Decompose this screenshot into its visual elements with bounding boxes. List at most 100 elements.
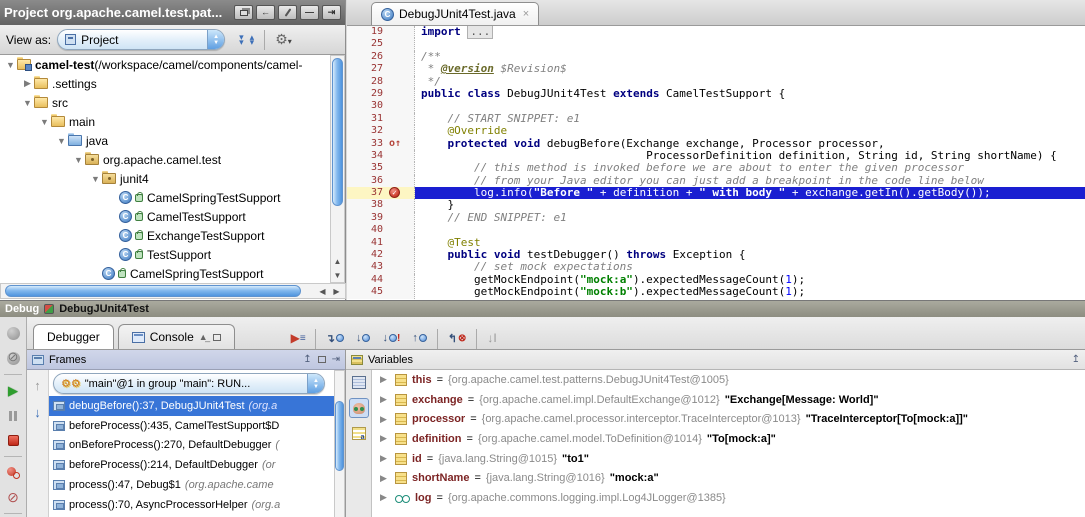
collapse-arrow-icon[interactable]: ▼ [4,60,17,70]
step-out-button[interactable]: ↑ [412,327,427,349]
editor-tab-debugjunit4test[interactable]: C DebugJUnit4Test.java × [371,2,539,25]
project-tree[interactable]: ▼camel-test (/workspace/camel/components… [0,55,330,283]
restore-icon[interactable]: ↥ [1072,354,1080,365]
variable-item[interactable]: ▶this = {org.apache.camel.test.patterns.… [372,370,1085,390]
frame-item[interactable]: process():47, Debug$1 (org.apache.came [49,475,334,495]
variable-item[interactable]: ▶processor = {org.apache.camel.processor… [372,409,1085,429]
tree-item[interactable]: CTestSupport [0,245,330,264]
expand-arrow-icon[interactable]: ▶ [380,492,390,503]
code-editor[interactable]: 19import ...2526/**27 * @version $Revisi… [347,26,1085,300]
tree-item[interactable]: ▼org.apache.camel.test [0,150,330,169]
show-execution-point-button[interactable]: ▶≡ [291,327,305,349]
resume-button[interactable]: ▶ [0,378,26,403]
rerun-button[interactable] [0,321,26,346]
next-frame-button[interactable]: ↓ [34,405,41,420]
folded-region[interactable]: ... [467,26,493,39]
float-console-icon[interactable] [213,334,221,341]
sort-alphabetically-button[interactable] [352,427,366,440]
stop-rerun-button[interactable] [0,346,26,371]
collapse-arrow-icon[interactable]: ▼ [55,136,68,146]
frame-item[interactable]: beforeProcess():435, CamelTestSupport$D [49,416,334,436]
pause-button[interactable] [0,403,26,428]
tree-item[interactable]: ▼junit4 [0,169,330,188]
tree-item[interactable]: ▼java [0,131,330,150]
scroll-left-button[interactable]: ◀ [316,285,329,298]
collapse-arrow-icon[interactable]: ▼ [89,174,102,184]
collapse-arrow-icon[interactable]: ▼ [21,98,34,108]
variable-item[interactable]: ▶definition = {org.apache.camel.model.To… [372,429,1085,449]
step-into-button[interactable]: ↓ [356,327,371,349]
expand-arrow-icon[interactable]: ▶ [380,433,390,444]
scroll-up-button[interactable]: ▲ [331,255,344,268]
watches-button[interactable] [349,398,369,418]
step-over-button[interactable]: ↴ [326,327,344,349]
collapse-arrow-icon[interactable]: ▼ [72,155,85,165]
frame-item[interactable]: debugBefore():37, DebugJUnit4Test (org.a [49,396,334,416]
force-step-into-button[interactable]: ↓! [382,327,400,349]
tree-item[interactable]: ▼camel-test (/workspace/camel/components… [0,55,330,74]
frames-vertical-scrollbar[interactable] [334,370,345,517]
scroll-right-button[interactable]: ▶ [330,285,343,298]
tab-debugger[interactable]: Debugger [33,324,114,349]
frame-item[interactable]: beforeProcess():214, DefaultDebugger (or [49,455,334,475]
settings-wand-button[interactable] [278,5,297,20]
variables-header[interactable]: Variables ↥ [346,350,1085,370]
scrollbar-thumb[interactable] [5,285,301,297]
expand-arrow-icon[interactable]: ▶ [21,78,34,89]
mute-breakpoints-button[interactable]: ⊘ [0,485,26,510]
scroll-to-end-icon[interactable]: ▲̲ [199,332,208,342]
float-panel-icon[interactable] [318,356,326,363]
thread-select[interactable]: ⚙⚙ "main"@1 in group "main": RUN... ▲▼ [53,373,325,394]
restore-icon[interactable]: ↥ [303,354,311,365]
frame-item[interactable]: onBeforeProcess():270, DefaultDebugger ( [49,436,334,456]
view-breakpoints-button[interactable] [0,460,26,485]
tree-item[interactable]: CExchangeTestSupport [0,226,330,245]
pop-frame-button[interactable]: ↰⊗ [448,327,467,349]
frames-header[interactable]: Frames ↥ ⇥ [27,350,345,370]
float-window-button[interactable] [234,5,253,20]
collapse-arrow-icon[interactable]: ▼ [38,117,51,127]
close-tab-icon[interactable]: × [523,8,529,20]
collapse-all-button[interactable]: ▴▾ [250,35,255,45]
dock-button[interactable]: ⇥ [322,5,341,20]
scrollbar-thumb[interactable] [335,401,344,471]
scrollbar-thumb[interactable] [332,58,343,206]
tree-item[interactable]: ▼main [0,112,330,131]
scroll-down-button[interactable]: ▼ [331,269,344,282]
toolbar-divider [264,30,265,50]
expand-arrow-icon[interactable]: ▶ [380,394,390,405]
settings-gear-button[interactable]: ⚙▾ [275,31,292,48]
view-as-select[interactable]: Project ▲▼ [57,29,225,50]
stop-button[interactable] [0,428,26,453]
overrides-icon[interactable]: o↑ [389,138,401,149]
expand-arrow-icon[interactable]: ▶ [380,473,390,484]
expand-arrow-icon[interactable]: ▶ [380,414,390,425]
previous-frame-button[interactable]: ↑ [34,378,41,393]
debug-title-bar[interactable]: Debug DebugJUnit4Test [0,301,1085,317]
variable-item[interactable]: ▶log = {org.apache.commons.logging.impl.… [372,488,1085,508]
tree-item[interactable]: CCamelTestSupport [0,207,330,226]
scroll-from-source-button[interactable]: ← [256,5,275,20]
tree-item[interactable]: ▶.settings [0,74,330,93]
lines-icon: ≡ [300,333,305,344]
tree-item[interactable]: CCamelSpringTestSupport [0,264,330,283]
tree-vertical-scrollbar[interactable]: ▲ ▼ [330,55,345,283]
expand-arrow-icon[interactable]: ▶ [380,374,390,385]
class-icon: C [119,210,132,223]
tab-console[interactable]: Console ▲̲ [118,324,235,349]
dock-panel-icon[interactable]: ⇥ [332,354,340,365]
tree-item[interactable]: CCamelSpringTestSupport [0,188,330,207]
tree-horizontal-scrollbar[interactable]: ◀ ▶ [0,283,346,299]
tree-item[interactable]: ▼src [0,93,330,112]
variable-item[interactable]: ▶id = {java.lang.String@1015}"to1" [372,449,1085,469]
run-to-cursor-button[interactable]: ↓I [487,327,496,349]
project-title-bar[interactable]: Project org.apache.camel.test.pat... ← —… [0,0,345,25]
breakpoint-icon[interactable]: ✓ [389,187,400,198]
expand-arrow-icon[interactable]: ▶ [380,453,390,464]
expand-all-button[interactable]: ▾▾ [239,35,244,45]
variable-item[interactable]: ▶exchange = {org.apache.camel.impl.Defau… [372,390,1085,410]
minimize-button[interactable]: — [300,5,319,20]
variable-item[interactable]: ▶shortName = {java.lang.String@1016}"moc… [372,468,1085,488]
evaluate-expression-button[interactable] [352,376,366,389]
frame-item[interactable]: process():70, AsyncProcessorHelper (org.… [49,495,334,515]
